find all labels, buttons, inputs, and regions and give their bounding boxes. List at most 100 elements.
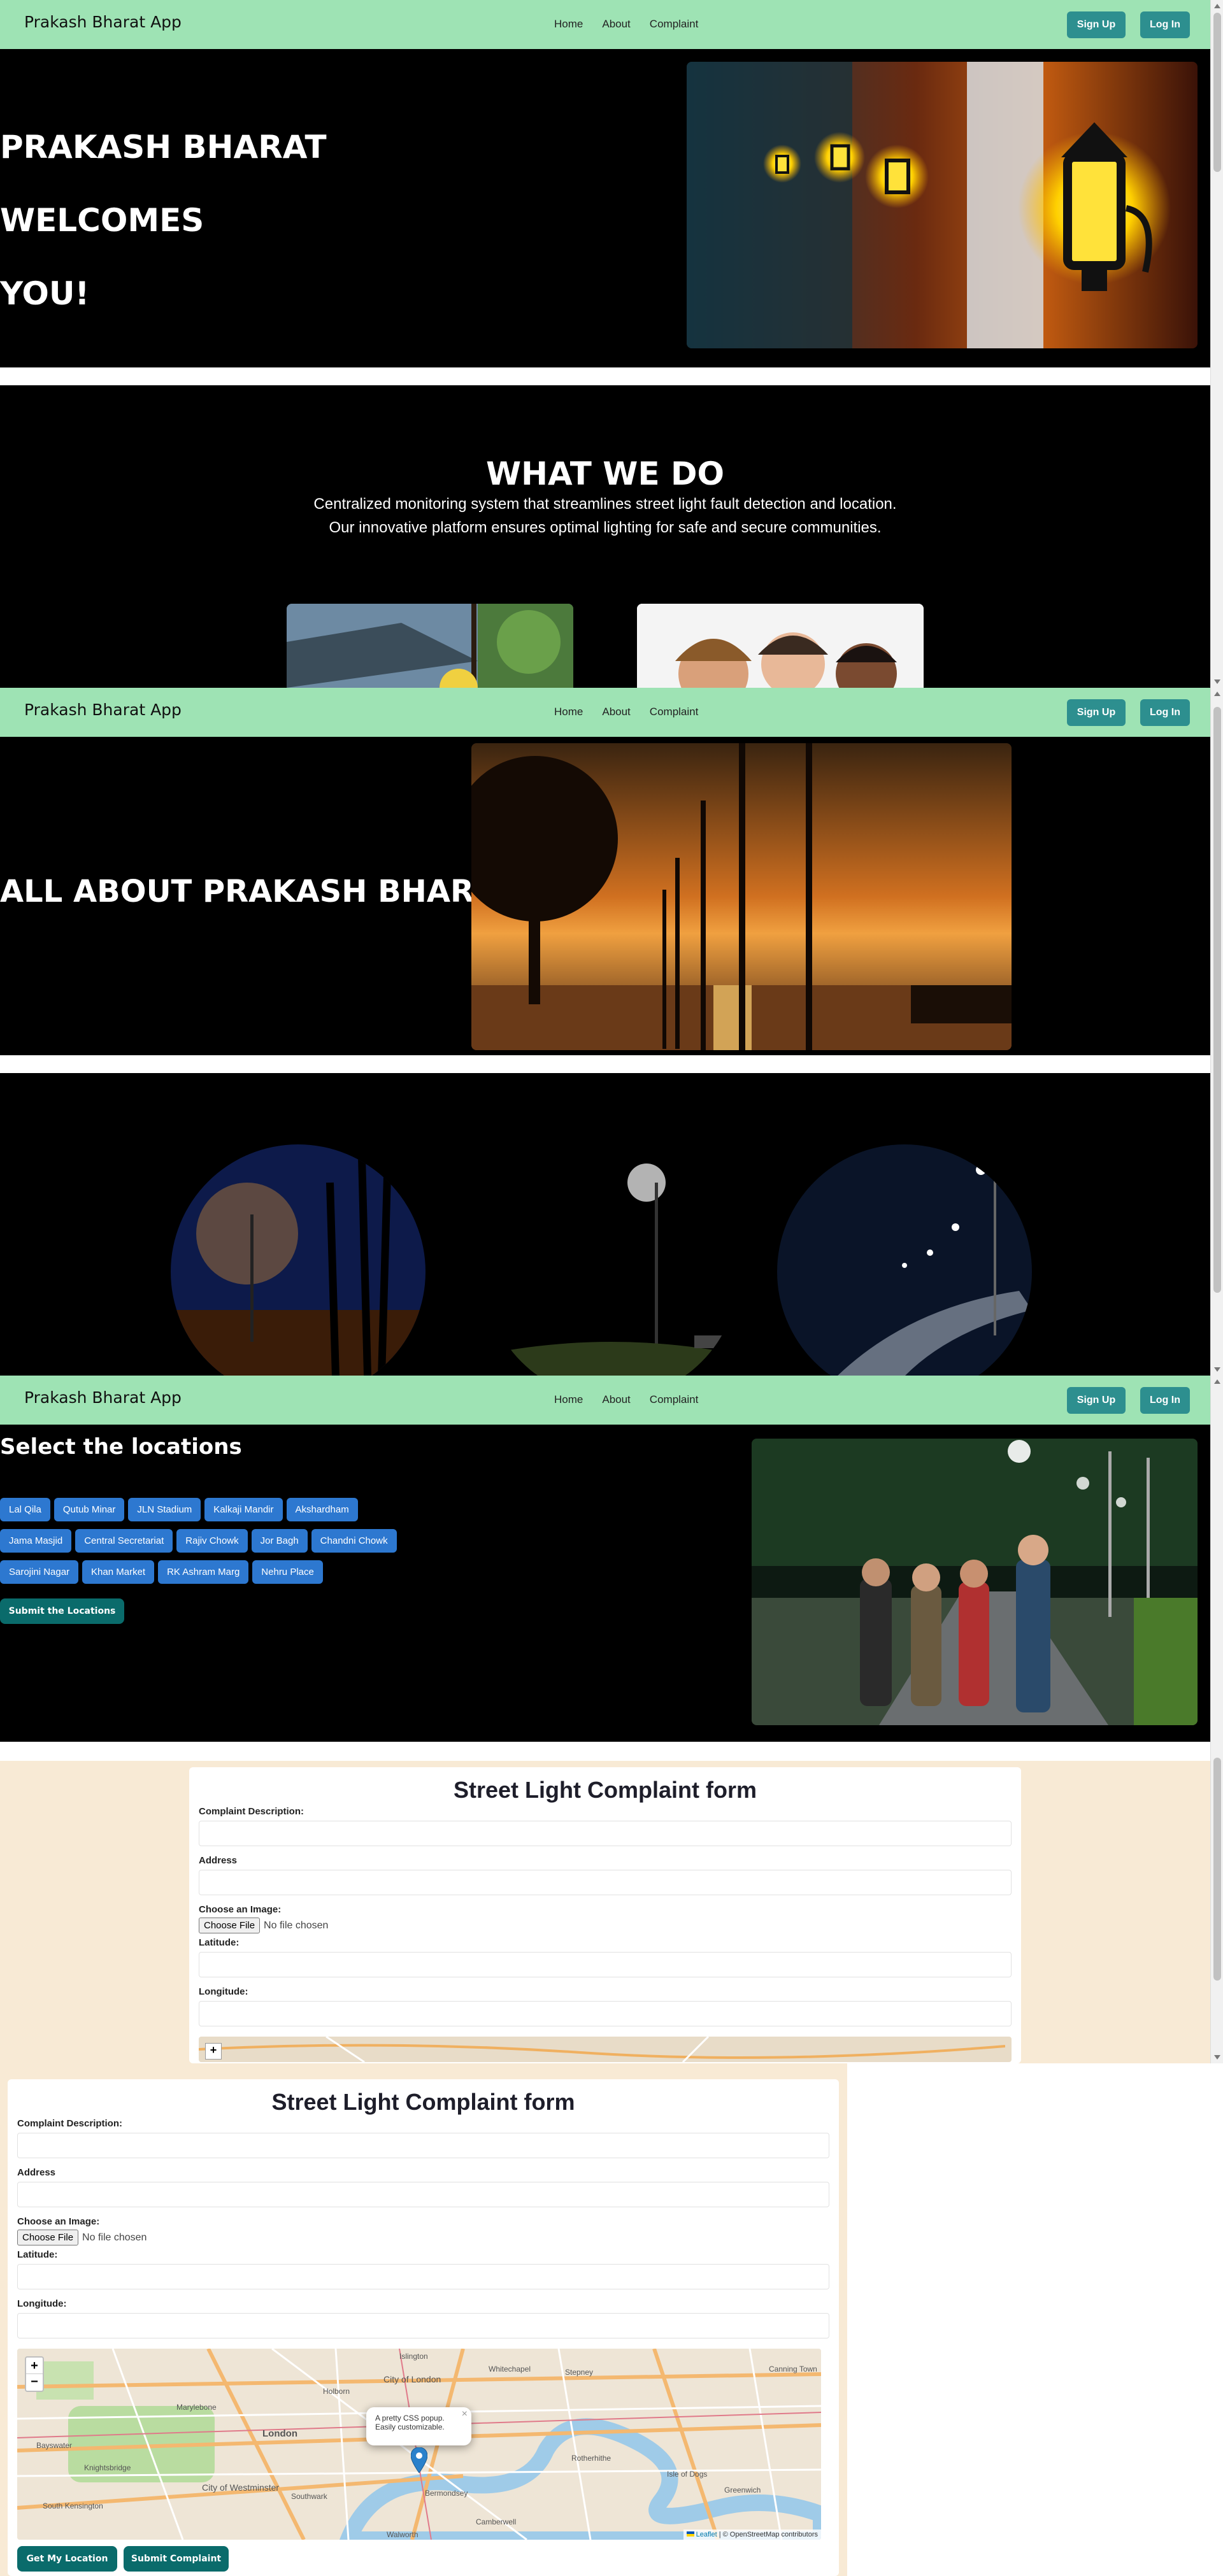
map-label: South Kensington xyxy=(43,2501,103,2510)
about-gallery-section xyxy=(0,1073,1210,1376)
location-chip[interactable]: JLN Stadium xyxy=(128,1498,201,1521)
scroll-down-icon[interactable] xyxy=(1214,680,1220,684)
zoom-out-button[interactable]: − xyxy=(26,2374,43,2391)
description-label: Complaint Description: xyxy=(199,1806,304,1817)
nav-link-about[interactable]: About xyxy=(602,1393,630,1406)
nav-link-home[interactable]: Home xyxy=(554,706,583,718)
nav-link-about[interactable]: About xyxy=(602,706,630,718)
location-chip[interactable]: Jama Masjid xyxy=(0,1529,72,1553)
login-button[interactable]: Log In xyxy=(1140,699,1190,726)
scroll-down-icon[interactable] xyxy=(1214,2055,1220,2060)
submit-complaint-button[interactable]: Submit Complaint xyxy=(124,2546,229,2572)
hero-heading: PRAKASH BHARAT WELCOMES YOU! xyxy=(0,111,327,331)
brand-title: Prakash Bharat App xyxy=(24,13,182,31)
choose-file-button[interactable]: Choose File xyxy=(199,1918,261,1933)
description-label: Complaint Description: xyxy=(17,2118,123,2129)
nav-link-complaint[interactable]: Complaint xyxy=(650,18,699,31)
scroll-up-icon[interactable] xyxy=(1214,1379,1220,1384)
complaint-section: Street Light Complaint form Complaint De… xyxy=(0,2063,847,2576)
choose-file-button[interactable]: Choose File xyxy=(17,2230,79,2245)
location-chip[interactable]: Khan Market xyxy=(82,1560,155,1584)
submit-locations-button[interactable]: Submit the Locations xyxy=(0,1598,124,1624)
map-label: Bermondsey xyxy=(425,2489,468,2498)
scrollbar[interactable] xyxy=(1210,1376,1223,2063)
complaint-form-title: Street Light Complaint form xyxy=(271,2089,575,2115)
navbar: Prakash Bharat App Home About Complaint … xyxy=(0,688,1210,737)
no-file-text: No file chosen xyxy=(264,1920,329,1931)
location-chip[interactable]: Chandni Chowk xyxy=(311,1529,397,1553)
signup-button[interactable]: Sign Up xyxy=(1067,1387,1126,1414)
location-chip[interactable]: RK Ashram Marg xyxy=(158,1560,249,1584)
get-location-button[interactable]: Get My Location xyxy=(17,2546,117,2572)
leaflet-flag-icon xyxy=(686,2531,694,2537)
location-chip[interactable]: Akshardham xyxy=(286,1498,358,1521)
nav-links: Home About Complaint xyxy=(554,1393,698,1406)
screenshot-locations: Prakash Bharat App Home About Complaint … xyxy=(0,1376,1223,2063)
scrollbar[interactable] xyxy=(1210,688,1223,1376)
scrollbar[interactable] xyxy=(1210,0,1223,688)
map-marker-icon[interactable] xyxy=(411,2447,427,2473)
image-label: Choose an Image: xyxy=(17,2216,100,2227)
no-file-text: No file chosen xyxy=(82,2232,147,2243)
latitude-label: Latitude: xyxy=(199,1937,240,1948)
signup-button[interactable]: Sign Up xyxy=(1067,11,1126,38)
description-input[interactable] xyxy=(199,1821,1012,1846)
location-chip[interactable]: Lal Qila xyxy=(0,1498,50,1521)
brand-title: Prakash Bharat App xyxy=(24,701,182,719)
navbar: Prakash Bharat App Home About Complaint … xyxy=(0,0,1210,49)
location-chip[interactable]: Kalkaji Mandir xyxy=(204,1498,283,1521)
login-button[interactable]: Log In xyxy=(1140,1387,1190,1414)
complaint-map[interactable]: City of London Whitechapel Stepney Baysw… xyxy=(17,2349,821,2540)
hero-line-2: WELCOMES xyxy=(0,202,204,239)
leaflet-link[interactable]: Leaflet xyxy=(696,2531,717,2538)
scrollbar-thumb[interactable] xyxy=(1213,13,1221,172)
zoom-in-button[interactable]: + xyxy=(205,2043,222,2060)
latitude-input[interactable] xyxy=(199,1952,1012,1977)
location-chip[interactable]: Central Secretariat xyxy=(75,1529,173,1553)
hero-section: PRAKASH BHARAT WELCOMES YOU! xyxy=(0,49,1210,367)
file-picker: Choose File No file chosen xyxy=(17,2230,829,2245)
about-title: ALL ABOUT PRAKASH BHARAT xyxy=(0,874,517,909)
scrollbar-thumb[interactable] xyxy=(1213,707,1221,1293)
screenshot-about: Prakash Bharat App Home About Complaint … xyxy=(0,688,1223,1376)
map-label: City of Westminster xyxy=(202,2482,280,2493)
map-label: Isle of Dogs xyxy=(667,2470,708,2479)
osm-attribution: | © OpenStreetMap contributors xyxy=(719,2531,818,2538)
hero-line-3: YOU! xyxy=(0,275,90,312)
nav-link-complaint[interactable]: Complaint xyxy=(650,706,699,718)
popup-close-icon[interactable]: × xyxy=(462,2409,468,2420)
description-input[interactable] xyxy=(17,2133,829,2158)
nav-link-home[interactable]: Home xyxy=(554,1393,583,1406)
screenshot-complaint-form: Street Light Complaint form Complaint De… xyxy=(0,2063,1223,2576)
what-we-do-title: WHAT WE DO xyxy=(485,455,725,492)
latitude-input[interactable] xyxy=(17,2264,829,2289)
address-input[interactable] xyxy=(17,2182,829,2207)
map-preview[interactable]: + xyxy=(199,2037,1012,2062)
nav-link-home[interactable]: Home xyxy=(554,18,583,31)
address-input[interactable] xyxy=(199,1870,1012,1895)
map-label: Walworth xyxy=(387,2530,418,2539)
nav-link-complaint[interactable]: Complaint xyxy=(650,1393,699,1406)
map-label: London xyxy=(262,2428,297,2439)
map-label: Marylebone xyxy=(176,2403,217,2412)
zoom-in-button[interactable]: + xyxy=(26,2358,43,2374)
scrollbar-thumb[interactable] xyxy=(1213,1758,1221,1981)
longitude-input[interactable] xyxy=(17,2313,829,2338)
signup-button[interactable]: Sign Up xyxy=(1067,699,1126,726)
location-chip[interactable]: Nehru Place xyxy=(252,1560,323,1584)
scroll-down-icon[interactable] xyxy=(1214,1367,1220,1372)
longitude-input[interactable] xyxy=(199,2001,1012,2026)
login-button[interactable]: Log In xyxy=(1140,11,1190,38)
scroll-up-icon[interactable] xyxy=(1214,4,1220,8)
location-chip[interactable]: Jor Bagh xyxy=(251,1529,308,1553)
map-attribution: Leaflet | © OpenStreetMap contributors xyxy=(683,2530,821,2540)
location-chip[interactable]: Sarojini Nagar xyxy=(0,1560,79,1584)
nav-link-about[interactable]: About xyxy=(602,18,630,31)
scroll-up-icon[interactable] xyxy=(1214,692,1220,696)
night-street-image-2 xyxy=(484,1144,739,1376)
hero-lantern-image xyxy=(687,62,1198,348)
location-chip[interactable]: Rajiv Chowk xyxy=(176,1529,248,1553)
night-street-image-1 xyxy=(171,1144,426,1376)
about-hero-section: ALL ABOUT PRAKASH BHARAT xyxy=(0,737,1210,1055)
location-chip[interactable]: Qutub Minar xyxy=(54,1498,125,1521)
